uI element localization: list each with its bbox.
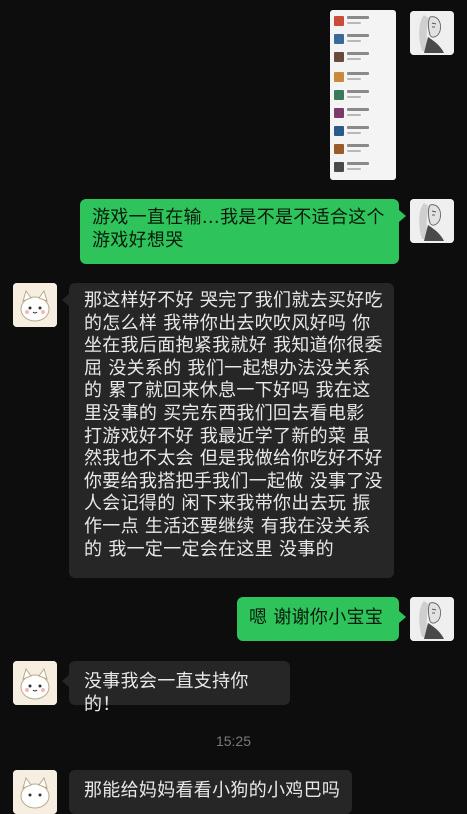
screenshot-row	[334, 72, 392, 86]
screenshot-row	[334, 34, 392, 48]
message-text: 嗯 谢谢你小宝宝	[249, 607, 384, 628]
message-line: 你要给我搭把手我们一起做 没事了没	[84, 470, 383, 492]
screenshot-row	[334, 16, 392, 30]
girl-sketch-icon	[410, 597, 454, 641]
girl-sketch-icon	[410, 199, 454, 243]
cartoon-cat-icon	[13, 661, 57, 705]
message-line: 的 我一定一定会在这里 没事的	[84, 538, 334, 560]
screenshot-row	[334, 90, 392, 104]
message-line: 作一点 生活还要继续 有我在没关系	[84, 515, 371, 537]
bubble-tail	[62, 294, 69, 306]
self-avatar[interactable]	[410, 11, 454, 55]
message-line: 屈 没关系的 我们一起想办法没关系	[84, 357, 371, 379]
message-text: 那能给妈妈看看小狗的小鸡巴吗	[84, 780, 341, 801]
bubble-tail	[399, 210, 406, 222]
bubble-tail	[399, 611, 406, 623]
message-line: 里没事的 买完东西我们回去看电影	[84, 402, 365, 424]
message-line: 的 累了就回来休息一下好吗 我在这	[84, 380, 371, 402]
message-line: 人会记得的 闲下来我带你出去玩 振	[84, 493, 371, 515]
bubble-tail	[62, 675, 69, 687]
message-line: 然我也不太会 但是我做给你吃好不好	[84, 448, 383, 470]
chat-area: 游戏一直在输…我是不是不适合这个游戏好想哭 那这样好不好 哭完了我们就去买好吃 …	[0, 0, 467, 814]
self-avatar[interactable]	[410, 597, 454, 641]
contact-avatar[interactable]	[13, 283, 57, 327]
incoming-message-bubble[interactable]: 那这样好不好 哭完了我们就去买好吃 的怎么样 我带你出去吹吹风好吗 你 坐在我后…	[69, 283, 394, 578]
screenshot-row	[334, 126, 392, 140]
message-line: 那这样好不好 哭完了我们就去买好吃	[84, 290, 383, 311]
message-line: 打游戏好不好 我最近学了新的菜 虽	[84, 425, 371, 447]
shared-screenshot-image[interactable]	[330, 10, 396, 180]
contact-avatar[interactable]	[13, 661, 57, 705]
self-avatar[interactable]	[410, 199, 454, 243]
message-text: 游戏一直在输…我是不是不适合这个游戏好想哭	[92, 207, 385, 251]
cartoon-cat-icon	[13, 283, 57, 327]
screenshot-row	[334, 162, 392, 176]
outgoing-message-bubble[interactable]: 游戏一直在输…我是不是不适合这个游戏好想哭	[80, 199, 399, 264]
screenshot-row	[334, 144, 392, 158]
message-line: 的怎么样 我带你出去吹吹风好吗 你	[84, 312, 371, 334]
chat-timestamp: 15:25	[215, 733, 252, 749]
incoming-message-bubble[interactable]: 没事我会一直支持你的！	[69, 661, 290, 715]
girl-sketch-icon	[410, 11, 454, 55]
outgoing-message-bubble[interactable]: 嗯 谢谢你小宝宝	[237, 597, 399, 641]
screenshot-row	[334, 52, 392, 66]
message-text: 没事我会一直支持你的！	[84, 671, 249, 715]
contact-avatar[interactable]	[13, 770, 57, 814]
cartoon-cat-icon	[13, 770, 57, 814]
screenshot-row	[334, 108, 392, 122]
incoming-message-bubble[interactable]: 那能给妈妈看看小狗的小鸡巴吗	[69, 770, 352, 814]
message-line: 坐在我后面抱紧我就好 我知道你很委	[84, 335, 383, 357]
